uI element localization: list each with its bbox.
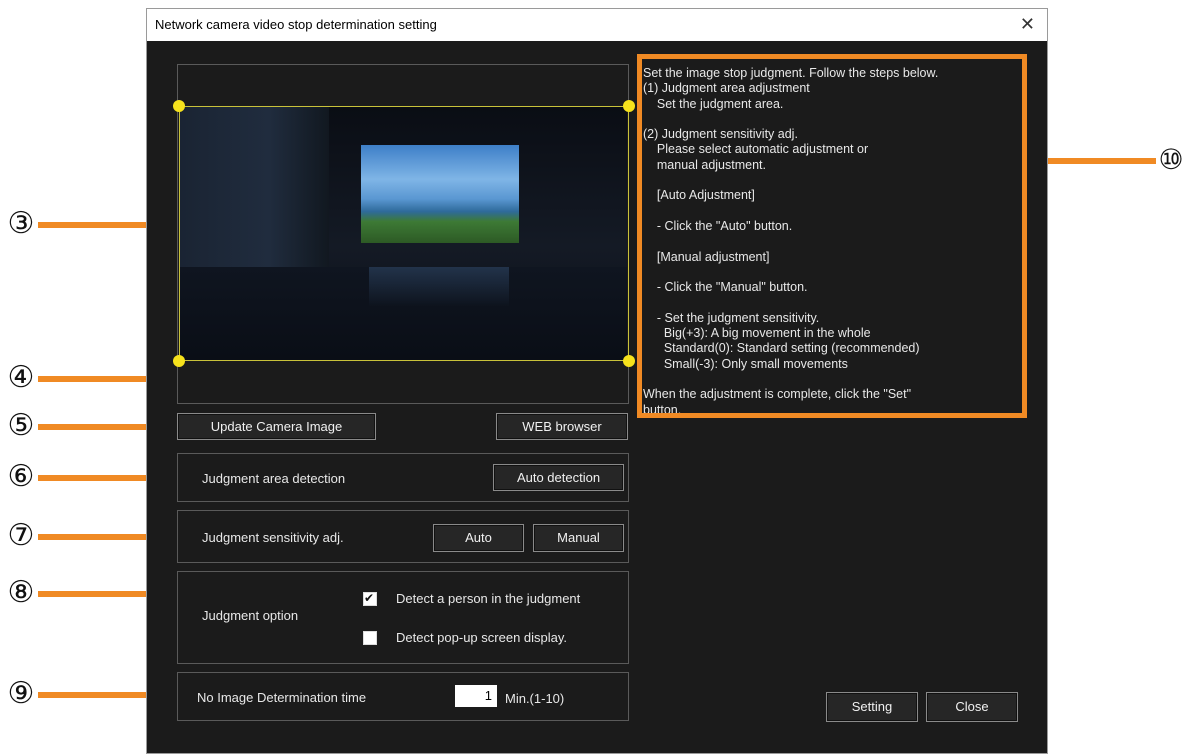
determination-time-unit: Min.(1-10) — [505, 691, 565, 706]
judgment-option-label: Judgment option — [202, 608, 299, 623]
sensitivity-manual-button[interactable]: Manual — [533, 524, 624, 552]
callout-9: ⑨ — [7, 676, 35, 711]
close-button[interactable]: Close — [926, 692, 1018, 722]
callout-6: ⑥ — [7, 459, 35, 494]
window-title: Network camera video stop determination … — [155, 17, 437, 32]
auto-detection-button[interactable]: Auto detection — [493, 464, 624, 491]
determination-time-input[interactable]: 1 — [455, 685, 497, 707]
callout-10: ⑩ — [1158, 143, 1184, 176]
checkmark-icon: ✔ — [364, 591, 375, 605]
callout-3: ③ — [7, 206, 35, 241]
setting-button[interactable]: Setting — [826, 692, 918, 722]
callout-8: ⑧ — [7, 575, 35, 610]
web-browser-button[interactable]: WEB browser — [496, 413, 628, 440]
settings-dialog: Network camera video stop determination … — [146, 8, 1048, 754]
detect-person-label: Detect a person in the judgment — [396, 591, 581, 606]
callout-4: ④ — [7, 360, 35, 395]
update-camera-image-button[interactable]: Update Camera Image — [177, 413, 376, 440]
judgment-area-rectangle[interactable] — [179, 106, 629, 361]
callout-7: ⑦ — [7, 518, 35, 553]
detect-popup-checkbox[interactable] — [363, 631, 377, 645]
judgment-area-handle-bottom-left[interactable] — [173, 355, 185, 367]
close-icon[interactable]: ✕ — [1020, 9, 1035, 39]
title-bar: Network camera video stop determination … — [147, 9, 1047, 41]
callout-5: ⑤ — [7, 408, 35, 443]
area-detection-label: Judgment area detection — [202, 471, 346, 486]
determination-time-label: No Image Determination time — [197, 690, 367, 705]
judgment-area-handle-top-left[interactable] — [173, 100, 185, 112]
judgment-area-handle-bottom-right[interactable] — [623, 355, 635, 367]
judgment-area-handle-top-right[interactable] — [623, 100, 635, 112]
detect-person-checkbox[interactable]: ✔ — [363, 591, 377, 606]
sensitivity-label: Judgment sensitivity adj. — [202, 530, 344, 545]
sensitivity-auto-button[interactable]: Auto — [433, 524, 524, 552]
detect-popup-label: Detect pop-up screen display. — [396, 630, 568, 645]
help-highlight-frame — [637, 54, 1027, 418]
